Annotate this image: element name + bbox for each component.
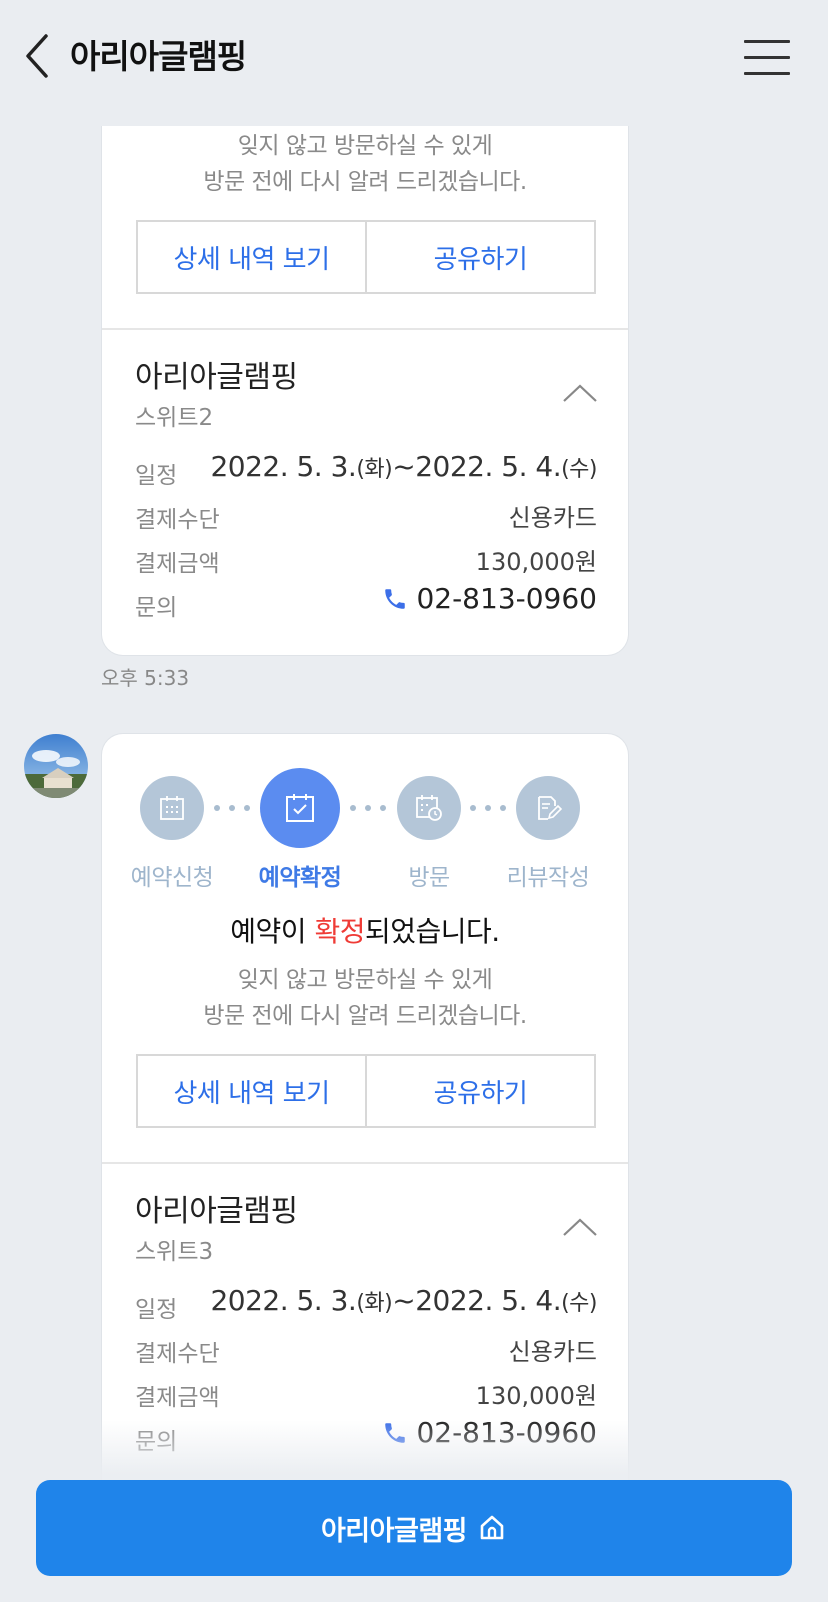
- step-label-request: 예약신청: [130, 865, 214, 891]
- shop-home-button[interactable]: 아리아글램핑: [36, 1480, 792, 1576]
- action-buttons: 상세 내역 보기 공유하기: [136, 220, 596, 294]
- step-circle-review: [516, 776, 580, 840]
- avatar[interactable]: [24, 734, 88, 798]
- step-connector: [214, 805, 250, 811]
- notice-text: 잊지 않고 방문하실 수 있게 방문 전에 다시 알려 드리겠습니다.: [203, 133, 527, 195]
- divider: [102, 1162, 628, 1164]
- back-icon: [26, 34, 48, 78]
- chevron-up-icon[interactable]: [562, 1216, 598, 1238]
- calendar-clock-icon: [416, 795, 442, 821]
- share-button[interactable]: 공유하기: [365, 1056, 594, 1126]
- reservation-card: 잊지 않고 방문하실 수 있게 방문 전에 다시 알려 드리겠습니다. 상세 내…: [101, 126, 629, 656]
- menu-icon: [744, 40, 790, 75]
- calendar-check-icon: [286, 794, 314, 822]
- schedule-value: 2022. 5. 3.(화)~2022. 5. 4.(수): [210, 450, 597, 483]
- step-connector: [350, 805, 386, 811]
- reservation-card: 예약신청 예약확정 방문 리뷰작성 예약이 확정되었습니다. 잊지 않고 방문하…: [101, 733, 629, 1493]
- step-circle-request: [140, 776, 204, 840]
- inquiry-row: 문의 02-813-0960: [135, 582, 597, 621]
- amount-row: 결제금액 130,000원: [135, 548, 597, 577]
- step-label-confirm: 예약확정: [258, 865, 342, 891]
- step-connector: [470, 805, 506, 811]
- shop-name: 아리아글램핑: [135, 360, 298, 395]
- menu-button[interactable]: [744, 40, 790, 80]
- amount-row: 결제금액 130,000원: [135, 1382, 597, 1411]
- schedule-row: 일정 2022. 5. 3.(화)~2022. 5. 4.(수): [135, 450, 597, 489]
- schedule-value: 2022. 5. 3.(화)~2022. 5. 4.(수): [210, 1284, 597, 1317]
- step-label-review: 리뷰작성: [506, 865, 590, 891]
- divider: [102, 328, 628, 330]
- step-label-visit: 방문: [408, 865, 450, 891]
- message-timestamp: 오후 5:33: [101, 666, 190, 690]
- app-header: 아리아글램핑: [0, 0, 828, 112]
- detail-button[interactable]: 상세 내역 보기: [138, 222, 365, 292]
- page-title: 아리아글램핑: [70, 37, 247, 76]
- back-button[interactable]: [22, 32, 62, 82]
- phone-link[interactable]: 02-813-0960: [382, 582, 597, 615]
- notice-text: 잊지 않고 방문하실 수 있게 방문 전에 다시 알려 드리겠습니다.: [203, 967, 527, 1029]
- action-buttons: 상세 내역 보기 공유하기: [136, 1054, 596, 1128]
- phone-icon: [385, 588, 406, 609]
- room-name: 스위트3: [135, 1239, 214, 1265]
- shop-name: 아리아글램핑: [135, 1194, 298, 1229]
- edit-document-icon: [538, 796, 562, 820]
- payment-row: 결제수단 신용카드: [135, 1338, 597, 1367]
- chevron-up-icon[interactable]: [562, 382, 598, 404]
- detail-button[interactable]: 상세 내역 보기: [138, 1056, 365, 1126]
- share-button[interactable]: 공유하기: [365, 222, 594, 292]
- avatar-image: [24, 734, 88, 798]
- step-circle-confirm: [260, 768, 340, 848]
- schedule-row: 일정 2022. 5. 3.(화)~2022. 5. 4.(수): [135, 1284, 597, 1323]
- payment-row: 결제수단 신용카드: [135, 504, 597, 533]
- calendar-icon: [160, 796, 184, 820]
- home-icon: [480, 1515, 504, 1540]
- step-circle-visit: [397, 776, 461, 840]
- confirm-message: 예약이 확정되었습니다.: [230, 915, 500, 948]
- room-name: 스위트2: [135, 405, 214, 431]
